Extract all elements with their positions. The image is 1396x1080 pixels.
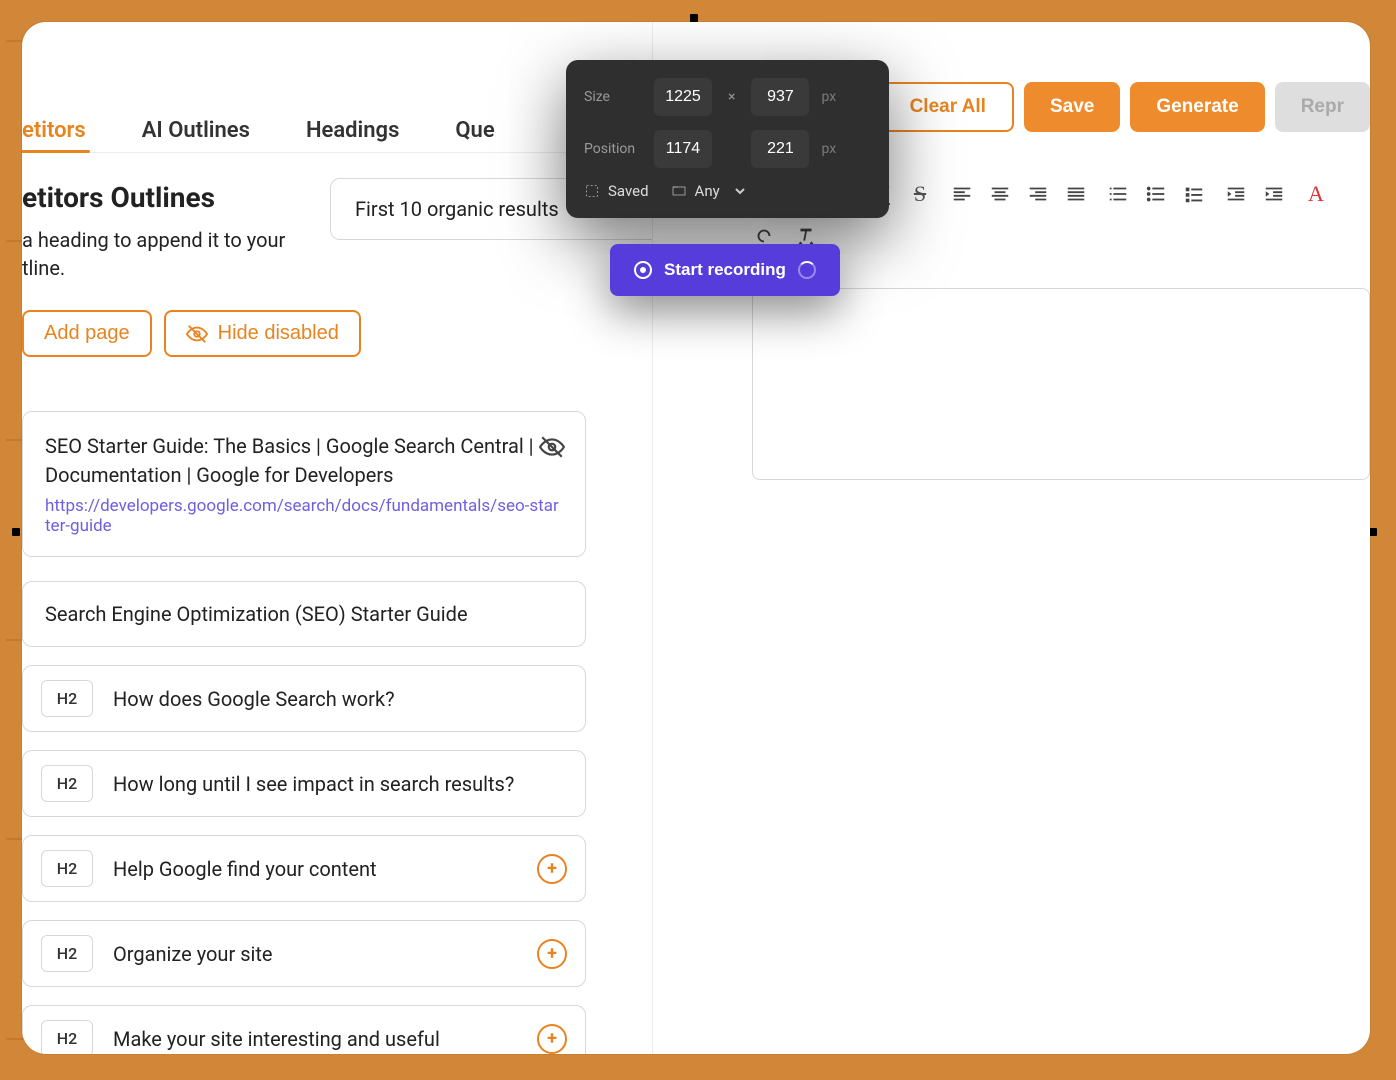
heading-item[interactable]: H2 How long until I see impact in search … <box>22 750 586 817</box>
screen-recorder-panel[interactable]: Size × px Position × px Saved <box>566 60 889 218</box>
hide-disabled-button[interactable]: Hide disabled <box>164 310 361 357</box>
heading-level-badge: H2 <box>41 1020 93 1054</box>
heading-item[interactable]: H2 How does Google Search work? <box>22 665 586 732</box>
reprocess-button: Repr <box>1275 82 1370 132</box>
checklist-icon[interactable] <box>1182 182 1206 206</box>
save-button[interactable]: Save <box>1024 82 1120 132</box>
heading-item[interactable]: H2 Make your site interesting and useful + <box>22 1005 586 1054</box>
preset-saved-chip[interactable]: Saved <box>584 182 649 200</box>
editor-content-area[interactable] <box>752 288 1370 480</box>
size-label: Size <box>584 89 642 105</box>
h1-heading-card[interactable]: Search Engine Optimization (SEO) Starter… <box>22 581 586 647</box>
strikethrough-icon[interactable]: S <box>908 182 932 206</box>
size-separator: × <box>724 89 739 105</box>
heading-text: Make your site interesting and useful <box>113 1027 440 1051</box>
result-title: SEO Starter Guide: The Basics | Google S… <box>45 432 563 490</box>
position-label: Position <box>584 141 642 157</box>
expand-heading-icon[interactable]: + <box>537 1024 567 1054</box>
aspect-icon <box>671 183 687 199</box>
align-left-icon[interactable] <box>950 182 974 206</box>
heading-text: How does Google Search work? <box>113 687 395 711</box>
tab-competitors[interactable]: etitors <box>22 118 86 153</box>
eye-off-icon <box>186 323 208 345</box>
generate-button[interactable]: Generate <box>1130 82 1264 132</box>
heading-item[interactable]: H2 Help Google find your content + <box>22 835 586 902</box>
outdent-icon[interactable] <box>1224 182 1248 206</box>
selection-handle-right[interactable] <box>1369 528 1377 536</box>
hide-result-icon[interactable] <box>539 434 565 465</box>
position-x-input[interactable] <box>654 130 712 168</box>
expand-heading-icon[interactable]: + <box>537 854 567 884</box>
heading-text: Help Google find your content <box>113 857 377 881</box>
align-justify-icon[interactable] <box>1064 182 1088 206</box>
app-window: etitors AI Outlines Headings Que etitors… <box>22 22 1370 1054</box>
selection-handle-top[interactable] <box>690 14 698 22</box>
tab-ai-outlines[interactable]: AI Outlines <box>142 118 250 153</box>
text-color-icon[interactable]: A <box>1304 182 1328 206</box>
heading-text: Organize your site <box>113 942 273 966</box>
chevron-down-icon <box>732 183 748 199</box>
tab-questions[interactable]: Que <box>455 118 494 153</box>
clear-all-button[interactable]: Clear All <box>882 82 1014 132</box>
heading-text: How long until I see impact in search re… <box>113 772 514 796</box>
selection-handle-left[interactable] <box>12 528 20 536</box>
align-center-icon[interactable] <box>988 182 1012 206</box>
size-width-input[interactable] <box>654 78 712 116</box>
expand-heading-icon[interactable]: + <box>537 939 567 969</box>
aspect-any-chip[interactable]: Any <box>671 182 748 200</box>
align-right-icon[interactable] <box>1026 182 1050 206</box>
add-page-button[interactable]: Add page <box>22 310 152 357</box>
heading-level-badge: H2 <box>41 765 93 802</box>
indent-icon[interactable] <box>1262 182 1286 206</box>
result-url[interactable]: https://developers.google.com/search/doc… <box>45 496 563 536</box>
size-height-input[interactable] <box>751 78 809 116</box>
unordered-list-icon[interactable] <box>1144 182 1168 206</box>
spinner-icon <box>798 261 816 279</box>
page-subtitle: a heading to append it to your tline. <box>22 226 322 282</box>
tab-headings[interactable]: Headings <box>306 118 399 153</box>
position-unit: px <box>821 141 836 157</box>
competitor-result-card[interactable]: SEO Starter Guide: The Basics | Google S… <box>22 411 586 557</box>
heading-level-badge: H2 <box>41 850 93 887</box>
heading-item[interactable]: H2 Organize your site + <box>22 920 586 987</box>
ordered-list-icon[interactable] <box>1106 182 1130 206</box>
position-y-input[interactable] <box>751 130 809 168</box>
heading-level-badge: H2 <box>41 935 93 972</box>
tab-bar: etitors AI Outlines Headings Que <box>22 22 652 153</box>
size-unit: px <box>821 89 836 105</box>
crop-icon <box>584 183 600 199</box>
start-recording-button[interactable]: Start recording <box>610 244 840 296</box>
record-icon <box>634 261 652 279</box>
heading-level-badge: H2 <box>41 680 93 717</box>
